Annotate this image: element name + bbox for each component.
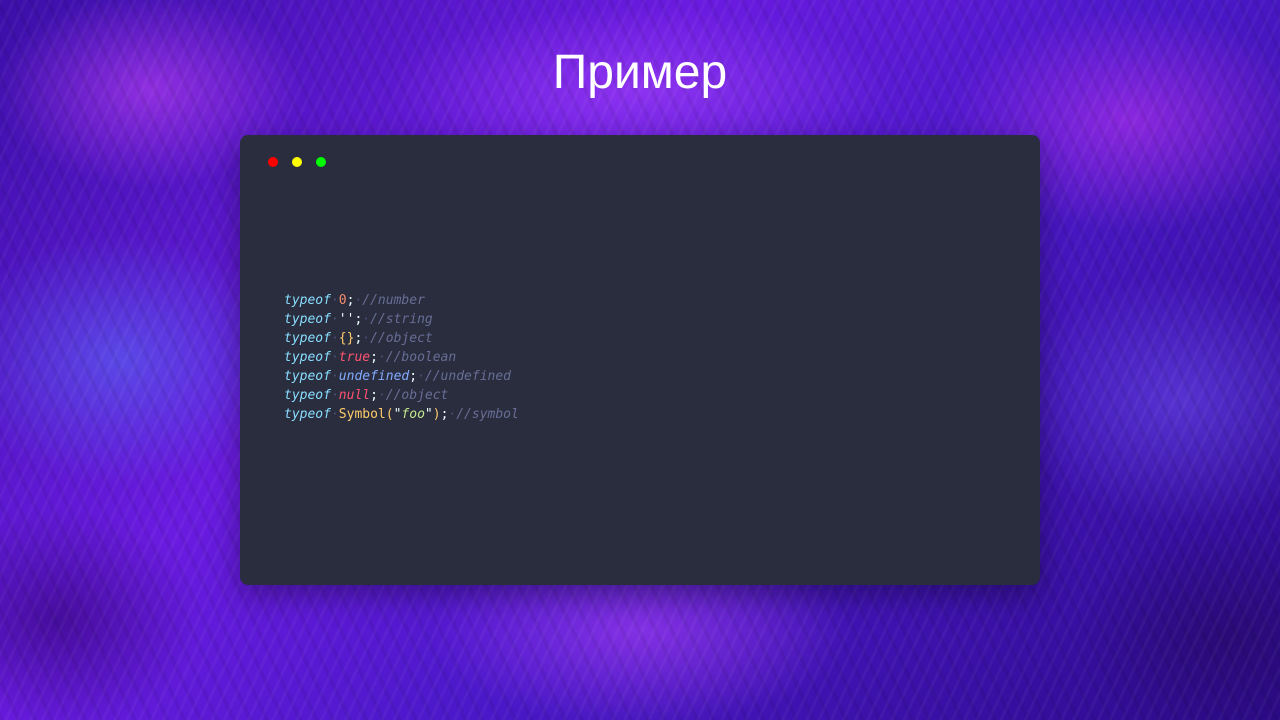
code-function: Symbol( [338,407,394,422]
code-keyword: typeof [284,293,331,308]
code-value: 0 [338,293,347,308]
code-value: {} [338,331,355,346]
code-whitespace: · [330,369,339,384]
code-line: typeof·{};·//object [284,329,519,348]
code-whitespace: · [377,350,386,365]
code-line: typeof·Symbol("foo");·//symbol [284,405,519,424]
code-line: typeof·true;·//boolean [284,348,519,367]
code-whitespace: · [377,388,386,403]
code-whitespace: · [330,312,339,327]
code-whitespace: · [362,331,371,346]
code-comment: //symbol [456,407,519,422]
code-whitespace: · [330,407,339,422]
code-line: typeof·undefined;·//undefined [284,367,519,386]
code-whitespace: · [330,331,339,346]
code-window: typeof·0;·//number typeof·'';·//string typ… [240,135,1040,585]
code-line: typeof·'';·//string [284,310,519,329]
code-keyword: typeof [284,350,331,365]
code-comment: //string [370,312,433,327]
code-keyword: typeof [284,388,331,403]
code-semicolon: ; [409,369,418,384]
minimize-dot-icon [292,157,302,167]
code-semicolon: ; [370,388,378,403]
code-keyword: typeof [284,407,331,422]
code-comment: //undefined [424,369,511,384]
code-comment: //object [385,388,449,403]
code-string: foo [401,407,425,422]
code-whitespace: · [330,350,339,365]
code-whitespace: · [417,369,425,384]
slide-title: Пример [552,46,728,99]
code-value: null [338,388,371,403]
code-keyword: typeof [284,331,331,346]
code-whitespace: · [362,312,371,327]
maximize-dot-icon [316,157,326,167]
code-value: true [338,350,371,365]
code-whitespace: · [330,388,339,403]
code-line: typeof·null;·//object [284,386,519,405]
code-comment: //boolean [385,350,457,365]
code-quote: " [424,407,433,422]
code-keyword: typeof [284,312,331,327]
code-paren: ) [432,407,441,422]
code-semicolon: ; [370,350,378,365]
code-whitespace: · [330,293,339,308]
code-comment: //object [370,331,433,346]
code-comment: //number [362,293,425,308]
code-line: typeof·0;·//number [284,291,519,310]
code-keyword: typeof [284,369,331,384]
code-value: '' [338,312,355,327]
code-block: typeof·0;·//number typeof·'';·//string typ… [284,291,519,424]
close-dot-icon [268,157,278,167]
code-value: undefined [338,369,410,384]
